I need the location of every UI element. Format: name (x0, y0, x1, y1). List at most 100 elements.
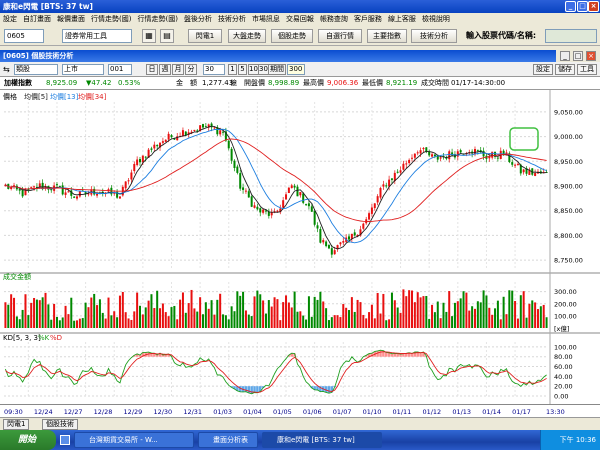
candle-body (276, 210, 279, 212)
task-app[interactable]: 康和e閃電 [BTS: 37 tw] (262, 432, 382, 448)
menu-item-1[interactable]: 自訂畫面 (20, 13, 54, 26)
toolbar-button-2[interactable]: 個股走勢 (271, 29, 313, 43)
panel-close-icon[interactable]: × (586, 51, 596, 61)
menu-item-12[interactable]: 檢視說明 (419, 13, 453, 26)
menu-item-9[interactable]: 帳務查詢 (317, 13, 351, 26)
candle-body (161, 141, 164, 143)
volume-bar (173, 305, 176, 328)
x-tick-label: 01/07 (333, 408, 352, 416)
candle-body (76, 196, 79, 199)
candle-body (348, 236, 351, 240)
candle-body (405, 163, 408, 165)
task-broker[interactable]: 台灣期貨交易所 - W... (74, 432, 194, 448)
menu-item-8[interactable]: 交易回報 (283, 13, 317, 26)
open-value: 8,998.89 (268, 79, 300, 87)
market-select[interactable]: 上市 (62, 64, 104, 75)
period-button-0[interactable]: 日 (146, 64, 158, 75)
maximize-icon[interactable]: □ (577, 1, 588, 12)
chart-svg[interactable]: 9,050.00 9,000.00 8,950.00 8,900.00 8,850.00… (0, 90, 600, 404)
panel-button-2[interactable]: 工具 (577, 64, 597, 75)
minimize-icon[interactable]: _ (565, 1, 576, 12)
volume-bar (213, 314, 216, 328)
volume-bar (33, 297, 36, 328)
period-button-1[interactable]: 週 (159, 64, 171, 75)
candle-body (256, 206, 259, 210)
start-button[interactable]: 開始 (0, 430, 56, 450)
volume-bar (388, 319, 391, 328)
status-tab-lightning[interactable]: 閃電1 (3, 419, 30, 430)
candle-body (305, 204, 308, 206)
menu-item-11[interactable]: 線上客服 (385, 13, 419, 26)
menu-item-7[interactable]: 市場訊息 (249, 13, 283, 26)
volume-bar (350, 297, 353, 328)
close-icon[interactable]: × (588, 1, 599, 12)
volume-bar (516, 318, 519, 328)
highlight-marker (509, 127, 539, 151)
period-button-3[interactable]: 分 (185, 64, 197, 75)
ma5-legend: 均價[5] (24, 92, 48, 101)
status-tab-analysis[interactable]: 個股技術 (42, 419, 78, 430)
clock: 下午 10:36 (559, 436, 596, 444)
range-button-0[interactable]: 1 (228, 64, 237, 75)
menu-item-0[interactable]: 設定 (0, 13, 20, 26)
menu-item-5[interactable]: 盤後分析 (181, 13, 215, 26)
panel-controls: _ □ × (556, 50, 600, 62)
candle-body (310, 206, 313, 212)
menu-item-4[interactable]: 行情走勢(國) (134, 13, 180, 26)
volume-bar (187, 303, 190, 328)
volume-bar (302, 315, 305, 328)
panel-restore-icon[interactable]: □ (573, 51, 583, 61)
toolbar-button-1[interactable]: 大盤走勢 (228, 29, 266, 43)
volume-bar (276, 299, 279, 328)
menu-item-6[interactable]: 技術分析 (215, 13, 249, 26)
chart-tool-icon[interactable]: ▦ (142, 29, 156, 43)
volume-bar (422, 296, 425, 328)
volume-unit-label: [x億] (554, 324, 569, 333)
volume-bar (356, 299, 359, 328)
volume-bar (10, 294, 13, 328)
volume-bar (84, 302, 87, 328)
time-label: 成交時間 (421, 79, 449, 87)
candle-body (259, 208, 262, 213)
window-titlebar: 康和e閃電 [BTS: 37 tw] _ □ × (0, 0, 600, 13)
grid-tool-icon[interactable]: ▤ (160, 29, 174, 43)
range-button-1[interactable]: 5 (238, 64, 247, 75)
volume-bar (451, 316, 454, 328)
product-select[interactable]: 類股 (14, 64, 58, 75)
x-tick-label: 01/13 (452, 408, 471, 416)
panel-button-1[interactable]: 儲存 (555, 64, 575, 75)
quicklaunch-icon[interactable] (60, 435, 70, 445)
code-select[interactable]: 0605 (4, 29, 44, 43)
volume-bar (44, 292, 47, 328)
volume-bar (230, 306, 233, 328)
number-select[interactable]: 001 (108, 64, 132, 75)
toolbar-button-4[interactable]: 主要指數 (367, 29, 407, 43)
volume-bar (522, 291, 525, 328)
menu-item-2[interactable]: 報價畫面 (54, 13, 88, 26)
count-label[interactable]: 期間 (268, 64, 286, 75)
volume-bar (468, 310, 471, 328)
panel-minimize-icon[interactable]: _ (560, 51, 570, 61)
candle-body (459, 150, 462, 153)
swap-icon[interactable]: ⇆ (3, 65, 10, 74)
candle-body (330, 248, 333, 255)
task-report[interactable]: 畫面分析表 (198, 432, 258, 448)
period-button-2[interactable]: 月 (172, 64, 184, 75)
menu-item-3[interactable]: 行情走勢(國) (88, 13, 134, 26)
panel-button-0[interactable]: 設定 (533, 64, 553, 75)
candle-body (342, 241, 345, 243)
menu-item-10[interactable]: 客戶服務 (351, 13, 385, 26)
candle-body (476, 149, 479, 151)
technical-chart[interactable]: 9,050.00 9,000.00 8,950.00 8,900.00 8,850.00… (0, 90, 600, 404)
candle-body (244, 190, 247, 192)
toolbar-button-0[interactable]: 閃電1 (188, 29, 222, 43)
toolbar-button-5[interactable]: 技術分析 (411, 29, 457, 43)
count-input[interactable]: 300 (287, 64, 305, 75)
toolbar-button-3[interactable]: 自選行情 (318, 29, 362, 43)
tool-list-select[interactable]: 證券常用工具 (62, 29, 132, 43)
volume-bar (316, 299, 319, 328)
volume-bar (127, 318, 130, 328)
volume-bar (502, 296, 505, 328)
search-input[interactable] (545, 29, 597, 43)
period-value-select[interactable]: 30 (203, 64, 225, 75)
